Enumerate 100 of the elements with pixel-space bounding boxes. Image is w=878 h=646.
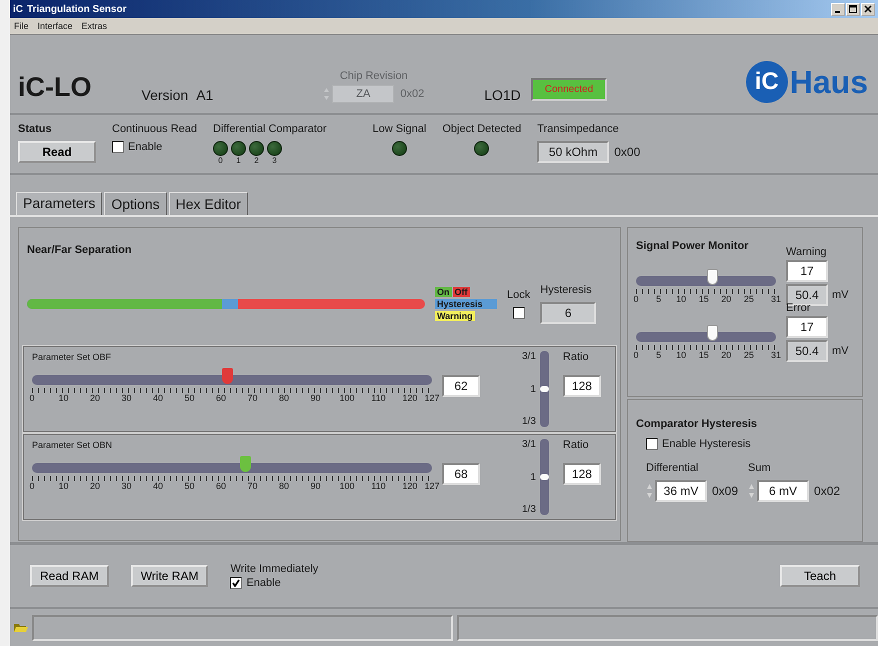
tick-label: 30 — [121, 393, 132, 403]
scale-label: 3/1 — [522, 439, 536, 450]
close-icon — [864, 5, 872, 13]
version-value: A1 — [196, 87, 214, 103]
minimize-button[interactable] — [831, 2, 845, 16]
led-label: 2 — [254, 156, 259, 165]
checkbox[interactable] — [112, 141, 124, 153]
hysteresis-field[interactable]: 6 — [540, 302, 596, 324]
unit-label: mV — [832, 345, 848, 357]
scale-label: 3/1 — [522, 351, 536, 362]
transimpedance-field[interactable]: 50 kOhm — [537, 141, 610, 163]
teach-button[interactable]: Teach — [780, 565, 860, 587]
ratio-field[interactable]: 128 — [562, 375, 601, 397]
continuous-read-label: Continuous Read — [112, 123, 198, 135]
tick-label: 127 — [424, 393, 440, 403]
ratio-slider-track[interactable] — [540, 351, 549, 427]
unit-label: mV — [832, 289, 848, 301]
company-logo: iC Haus — [746, 61, 868, 103]
tab[interactable]: Parameters — [16, 192, 102, 215]
section-title: Near/Far Separation — [27, 244, 132, 256]
close-button[interactable] — [861, 2, 875, 16]
led-label: 0 — [218, 156, 223, 165]
lock-checkbox[interactable] — [512, 307, 525, 319]
threshold-label: Warning — [786, 246, 828, 258]
tick-label: 100 — [339, 393, 354, 403]
ram-button[interactable]: Write RAM — [130, 565, 208, 587]
tick-label: 5 — [656, 294, 662, 304]
device-name: LO1D — [484, 87, 521, 103]
threshold-field[interactable]: 17 — [786, 316, 828, 338]
slider-track[interactable] — [636, 325, 776, 342]
slider-thumb[interactable] — [240, 456, 252, 472]
folder-icon[interactable] — [14, 622, 28, 632]
tick-label: 40 — [152, 481, 163, 491]
status-label: Status — [18, 123, 53, 135]
tick-label: 10 — [676, 294, 686, 304]
tab[interactable]: Options — [104, 192, 167, 215]
parameter-set-title: Parameter Set OBN — [32, 440, 112, 450]
maximize-button[interactable] — [846, 2, 860, 16]
checkbox[interactable] — [230, 577, 242, 589]
tick-label: 10 — [58, 481, 68, 491]
slider-thumb[interactable] — [706, 269, 718, 285]
tab[interactable]: Hex Editor — [168, 192, 248, 215]
slider-thumb[interactable] — [222, 368, 233, 384]
hysteresis-value-field[interactable]: 6 mV — [757, 480, 810, 502]
section-title: Signal Power Monitor — [636, 240, 748, 252]
tick-label: 120 — [402, 481, 418, 491]
tick-label: 20 — [721, 294, 732, 304]
scale-label: 1/3 — [522, 504, 536, 515]
slider-thumb[interactable] — [540, 386, 549, 392]
tick-label: 25 — [744, 294, 754, 304]
tick-label: 15 — [698, 294, 709, 304]
menu-item[interactable]: File — [14, 21, 29, 31]
hysteresis-value-field[interactable]: 36 mV — [655, 480, 707, 502]
tick-label: 20 — [90, 393, 100, 403]
led-label: 3 — [272, 156, 277, 165]
ratio-slider-track[interactable] — [540, 439, 549, 515]
tick-label: 5 — [656, 350, 662, 360]
tick-label: 20 — [90, 481, 100, 491]
slider-track[interactable] — [32, 368, 432, 385]
slider-track[interactable] — [32, 456, 432, 473]
read-button[interactable]: Read — [18, 141, 96, 163]
tick-label: 70 — [247, 481, 258, 491]
legend-tag: On — [435, 287, 452, 297]
tick-label: 31 — [771, 350, 781, 360]
tick-label: 50 — [184, 481, 194, 491]
value-field[interactable]: 68 — [442, 463, 480, 485]
tick-label: 60 — [216, 393, 226, 403]
hex-value: 0x02 — [814, 484, 840, 498]
value-field[interactable]: 62 — [442, 375, 480, 397]
menu-item[interactable]: Extras — [82, 21, 108, 31]
tick-label: 100 — [339, 481, 354, 491]
legend-tag: Hysteresis — [435, 299, 497, 309]
tick-label: 0 — [634, 350, 638, 360]
write-immediately-label: Write Immediately — [230, 563, 318, 575]
tick-label: 110 — [371, 393, 386, 403]
voltage-field: 50.4 — [786, 340, 828, 362]
scale-label: 1/3 — [522, 416, 536, 427]
tick-label: 31 — [771, 294, 781, 304]
tick-label: 0 — [30, 481, 34, 491]
slider-track[interactable] — [636, 269, 776, 286]
object-detected-label: Object Detected — [442, 123, 522, 135]
ratio-label: Ratio — [562, 351, 590, 363]
menu-item[interactable]: Interface — [38, 21, 73, 31]
slider-thumb[interactable] — [540, 474, 549, 480]
app-icon: iC — [13, 4, 23, 14]
checkbox[interactable] — [646, 438, 658, 450]
differential-comparator-label: Differential Comparator — [213, 123, 327, 135]
tick-label: 90 — [310, 393, 320, 403]
chip-revision-field: ZA — [332, 85, 394, 103]
tick-label: 0 — [30, 393, 34, 403]
ram-button[interactable]: Read RAM — [30, 565, 109, 587]
tick-label: 10 — [676, 350, 686, 360]
tick-label: 50 — [184, 393, 194, 403]
hex-value: 0x00 — [614, 145, 640, 159]
ratio-field[interactable]: 128 — [562, 463, 601, 485]
lock-label: Lock — [507, 289, 530, 301]
threshold-field[interactable]: 17 — [786, 260, 828, 282]
field-label: Sum — [748, 462, 772, 474]
tick-label: 127 — [424, 481, 440, 491]
slider-thumb[interactable] — [706, 325, 718, 341]
